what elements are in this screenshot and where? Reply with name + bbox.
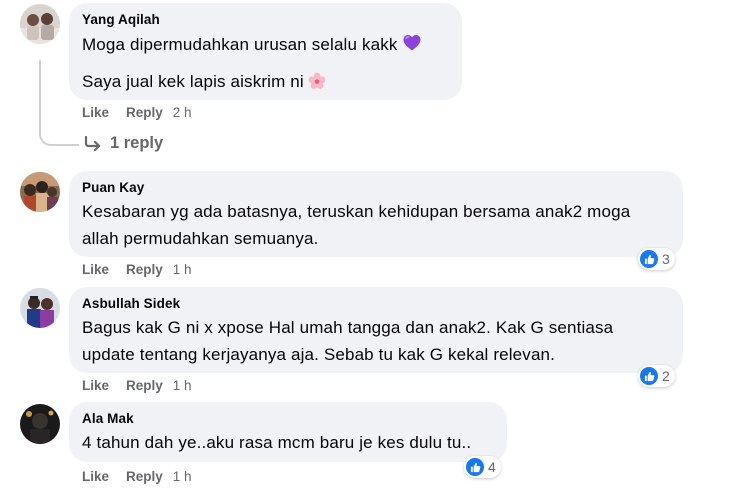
reaction-summary[interactable]: 2 (638, 365, 675, 387)
comment-actions: Like Reply 1 h (82, 378, 192, 394)
reaction-count: 2 (662, 368, 670, 384)
comment-timestamp[interactable]: 1 h (173, 378, 192, 394)
reaction-summary[interactable]: 3 (638, 248, 675, 270)
avatar[interactable] (20, 288, 60, 328)
cherry-blossom-icon (308, 71, 326, 98)
comment-timestamp[interactable]: 1 h (173, 469, 192, 485)
comment-text: 4 tahun dah ye..aku rasa mcm baru je kes… (82, 433, 472, 452)
comment-text: Saya jual kek lapis aiskrim ni (82, 68, 450, 98)
comment-timestamp[interactable]: 2 h (173, 105, 192, 121)
comment-actions: Like Reply 2 h (82, 105, 192, 121)
avatar[interactable] (20, 4, 60, 44)
comment-bubble: Ala Mak 4 tahun dah ye..aku rasa mcm bar… (69, 402, 507, 462)
reply-button[interactable]: Reply (126, 105, 163, 121)
avatar[interactable] (20, 404, 60, 444)
like-button[interactable]: Like (82, 262, 109, 278)
comment-text: allah permudahkan semuanya. (82, 229, 319, 248)
reply-button[interactable]: Reply (126, 262, 163, 278)
comment-author[interactable]: Ala Mak (82, 410, 495, 428)
reaction-count: 3 (662, 251, 670, 267)
comment-bubble: Asbullah Sidek Bagus kak G ni x xpose Ha… (69, 287, 683, 373)
reaction-count: 4 (488, 459, 496, 475)
reply-button[interactable]: Reply (126, 378, 163, 394)
comment-author[interactable]: Asbullah Sidek (82, 295, 671, 313)
comment-text: Moga dipermudahkan urusan selalu kakk (82, 31, 450, 61)
comment-actions: Like Reply 1 h (82, 262, 192, 278)
comment-actions: Like Reply 1 h (82, 469, 192, 485)
like-icon (640, 367, 658, 385)
comment-author[interactable]: Puan Kay (82, 179, 671, 197)
reply-button[interactable]: Reply (126, 469, 163, 485)
like-button[interactable]: Like (82, 469, 109, 485)
like-icon (466, 458, 484, 476)
like-icon (640, 250, 658, 268)
view-replies-link[interactable]: 1 reply (84, 134, 163, 153)
comment-text: Kesabaran yg ada batasnya, teruskan kehi… (82, 202, 631, 221)
reply-count-label: 1 reply (110, 134, 164, 152)
comment-timestamp[interactable]: 1 h (173, 262, 192, 278)
purple-heart-icon (402, 33, 422, 61)
like-button[interactable]: Like (82, 378, 109, 394)
comment-bubble: Yang Aqilah Moga dipermudahkan urusan se… (69, 3, 462, 100)
comment-bubble: Puan Kay Kesabaran yg ada batasnya, teru… (69, 171, 683, 257)
comment-text: Bagus kak G ni x xpose Hal umah tangga d… (82, 318, 614, 337)
comment-text: update tentang kerjayanya aja. Sebab tu … (82, 345, 556, 364)
reply-arrow-icon (84, 135, 101, 151)
comment-author[interactable]: Yang Aqilah (82, 11, 450, 29)
reaction-summary[interactable]: 4 (464, 456, 501, 478)
like-button[interactable]: Like (82, 105, 109, 121)
avatar[interactable] (20, 172, 60, 212)
